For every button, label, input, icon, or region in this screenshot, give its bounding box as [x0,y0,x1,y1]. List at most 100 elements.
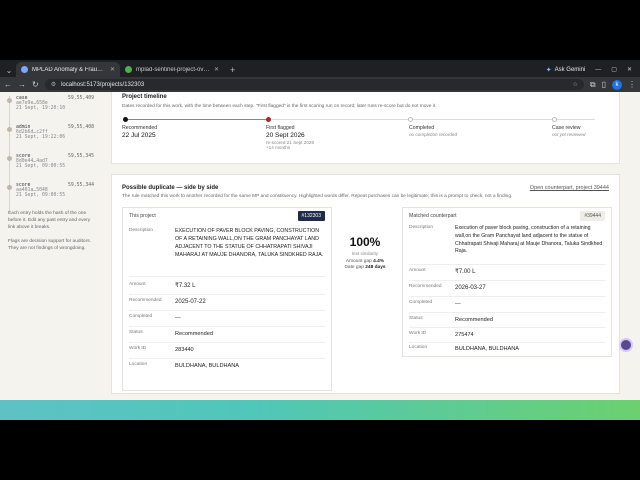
reload-icon[interactable]: ↻ [32,80,39,89]
favicon-icon [125,66,132,73]
divider [409,280,605,281]
step-note: no completion recorded [409,132,458,137]
log-entry: score 8d0e44…4ad7 21 Sept, 09:00:55 59,5… [7,154,104,183]
open-counterpart-link[interactable]: Open counterpart, project 39444 [530,185,609,191]
step-label: Recommended [122,125,158,131]
audit-log-panel: case ae7e9e…658e 21 Sept, 19:20:10 59,55… [0,92,112,400]
sidepanel-icon[interactable]: ▯ [602,80,606,89]
letterbox-top [0,0,640,60]
log-number: 59,55,345 [68,154,94,159]
log-number: 59,55,409 [68,96,94,101]
log-dot [7,185,12,190]
timeline-node-review [552,117,557,122]
maximize-icon[interactable]: ▢ [611,66,617,73]
log-timestamp: 21 Sept, 19:20:10 [16,106,66,111]
menu-icon[interactable]: ⋮ [628,80,636,89]
step-date: 20 Sept 2026 [266,132,305,139]
location-value: BULDHANA, BULDHANA [175,363,240,369]
divider [409,296,605,297]
step-label: First flagged [266,125,295,131]
project-id-badge: #132303 [297,211,325,221]
divider [129,326,325,327]
field-label: Amount [129,282,146,287]
site-info-icon[interactable]: ⚙ [51,81,56,88]
description-value: EXECUTION OF PAVER BLOCK PAVING, CONSTRU… [175,228,324,258]
close-tab-icon[interactable]: ✕ [110,66,115,73]
completed-value: — [175,315,181,321]
minimize-icon[interactable]: — [595,67,601,73]
log-entry: admin 6d2b6d…c2ff 21 Sept, 19:22:06 59,5… [7,125,104,154]
status-value: Recommended [455,317,493,323]
description-row: Description Execution of paver block pav… [409,225,605,269]
timeline-node-flagged [266,117,271,122]
panel-header: Matched counterpart [409,213,457,219]
log-number: 59,55,344 [68,183,94,188]
field-label: Work ID [129,346,147,351]
recommended-value: 2025-07-22 [175,299,206,305]
log-timestamp: 21 Sept, 09:00:55 [16,193,66,198]
project-timeline-card: Project timeline Dates recorded for this… [111,92,620,164]
field-label: Status [129,330,143,335]
assistant-fab-button[interactable] [619,338,633,352]
divider [409,312,605,313]
profile-avatar[interactable]: k [612,79,622,90]
work-id-value: 275474 [455,332,474,338]
tab-sentinel-overview[interactable]: mplad-sentinel-project-overvie ✕ [120,62,224,77]
divider [129,294,325,295]
divider [129,310,325,311]
amount-gap: Amount gap 4.4% [345,259,385,264]
log-timestamp: 21 Sept, 19:22:06 [16,135,66,140]
divider [409,342,605,343]
field-label: Location [129,362,148,367]
bookmark-star-icon[interactable]: ☆ [572,81,577,88]
extensions-icon[interactable]: ⧉ [590,80,596,90]
ask-gemini-button[interactable]: ✦ Ask Gemini [546,66,586,74]
letterbox-bottom [0,420,640,480]
date-gap: Date gap 248 days [344,265,386,270]
tab-search-icon[interactable]: ⌄ [2,63,16,77]
step-note: not yet reviewed [552,132,586,137]
timeline-step-review: Case review not yet reviewed [552,125,585,137]
tab-mplad-anomaly[interactable]: MPLAD Anomaly & Fraud Dete ✕ [16,62,120,77]
step-label: Case review [552,125,581,131]
status-value: Recommended [175,331,213,337]
possible-duplicate-card: Possible duplicate — side by side The ru… [111,174,620,394]
close-tab-icon[interactable]: ✕ [214,66,219,73]
field-label: Work ID [409,331,427,336]
hash-chain-note: Each entry holds the hash of the one bef… [8,211,91,231]
duplicate-title: Possible duplicate — side by side [122,185,219,191]
log-entry: score aa401a…5048 21 Sept, 09:00:55 59,5… [7,183,104,212]
tab-title: MPLAD Anomaly & Fraud Dete [32,66,106,73]
divider [129,358,325,359]
timeline-subtitle: Dates recorded for this work, with the t… [122,104,437,109]
browser-toolbar: ← → ↻ ⚙ localhost:5173/projects/132303 ☆… [0,77,640,92]
close-window-icon[interactable]: ✕ [627,66,632,73]
field-label: Completed [409,300,433,305]
log-dot [7,98,12,103]
forward-icon[interactable]: → [18,80,26,89]
audit-log-list: case ae7e9e…658e 21 Sept, 19:20:10 59,55… [7,96,104,212]
completed-value: — [455,301,461,307]
browser-chrome: ⌄ MPLAD Anomaly & Fraud Dete ✕ mplad-sen… [0,60,640,92]
divider [129,342,325,343]
counterpart-panel: Matched counterpart #39444 Description E… [402,207,612,357]
similarity-percent: 100% [349,235,381,249]
timeline-node-completed [408,117,413,122]
log-dot [7,127,12,132]
divider [409,327,605,328]
field-label: Completed [129,314,153,319]
step-label: Completed [409,125,435,131]
field-label: Status [409,316,423,321]
recommended-value: 2026-03-27 [455,285,486,291]
similarity-summary: 100% text similarity Amount gap 4.4% Dat… [336,235,394,270]
log-entry: case ae7e9e…658e 21 Sept, 19:20:10 59,55… [7,96,104,125]
field-label: Description [409,225,433,230]
page-content: case ae7e9e…658e 21 Sept, 19:20:10 59,55… [0,92,640,400]
new-tab-button[interactable]: + [224,62,241,77]
step-date: 22 Jul 2025 [122,132,156,139]
back-icon[interactable]: ← [4,80,12,89]
amount-value: ₹7.00 L [455,269,476,275]
description-value: Execution of paver block paving, constru… [455,225,603,255]
timeline-step-completed: Completed no completion recorded [409,125,457,137]
address-bar[interactable]: ⚙ localhost:5173/projects/132303 ☆ [44,79,584,90]
